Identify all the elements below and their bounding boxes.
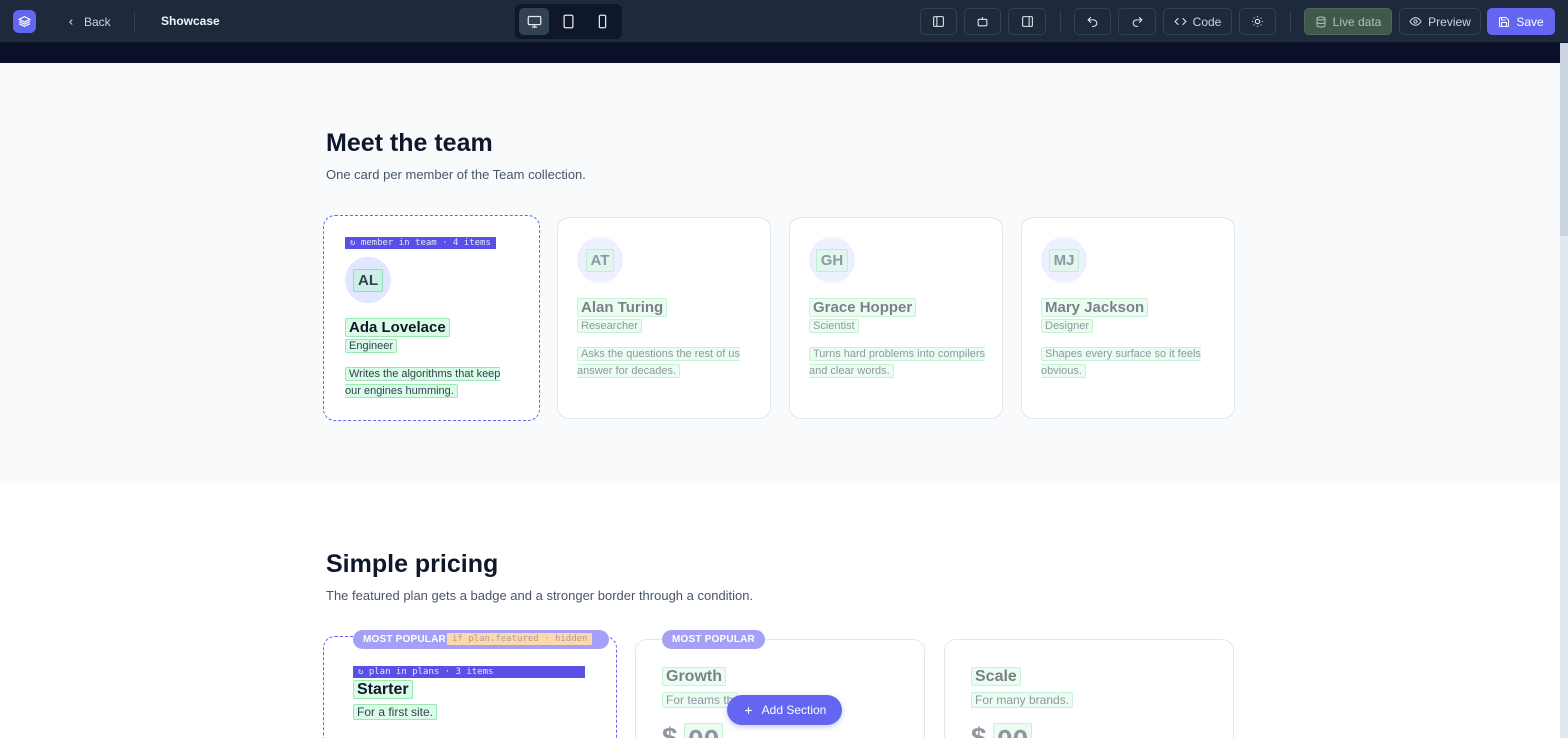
desktop-view-button[interactable] [519, 8, 549, 35]
panel-left-icon [933, 16, 944, 27]
member-bio[interactable]: Shapes every surface so it feels obvious… [1041, 347, 1201, 378]
toolbar-divider [1060, 11, 1061, 32]
left-panel-toggle-button[interactable] [920, 8, 957, 35]
plan-price: $ [971, 722, 987, 738]
save-icon [1499, 16, 1510, 27]
add-section-button[interactable]: Add Section [727, 695, 842, 725]
plus-icon [744, 706, 752, 714]
smartphone-icon [598, 14, 606, 29]
plan-price: $ [662, 722, 678, 738]
plan-name[interactable]: Growth [662, 667, 726, 686]
bot-icon [977, 17, 988, 27]
hero-section-bottom[interactable] [0, 43, 1560, 63]
page-title: Showcase [161, 14, 220, 28]
chevron-left-icon [69, 18, 73, 25]
member-name[interactable]: Alan Turing [577, 298, 668, 317]
add-section-label: Add Section [761, 703, 827, 717]
preview-button[interactable]: Preview [1399, 8, 1481, 35]
back-label: Back [84, 14, 111, 29]
plan-desc[interactable]: For many brands. [971, 692, 1074, 708]
sun-icon [1252, 16, 1263, 27]
member-name[interactable]: Mary Jackson [1041, 298, 1149, 317]
code-label: Code [1192, 14, 1222, 29]
live-data-label: Live data [1332, 14, 1382, 29]
avatar: AT [577, 237, 623, 283]
tablet-icon [563, 14, 573, 29]
database-icon [1316, 16, 1326, 28]
member-bio[interactable]: Writes the algorithms that keep our engi… [345, 367, 501, 398]
tablet-view-button[interactable] [553, 8, 583, 35]
monitor-icon [527, 15, 541, 28]
member-role[interactable]: Researcher [577, 319, 642, 333]
save-label: Save [1516, 14, 1544, 29]
plan-desc[interactable]: For a first site. [353, 704, 438, 720]
member-role[interactable]: Scientist [809, 319, 859, 333]
toolbar-divider [134, 11, 135, 32]
loop-tag: ↻ plan in plans · 3 items [353, 666, 585, 678]
toolbar-divider [1290, 11, 1291, 32]
plan-desc[interactable]: For teams th [662, 692, 738, 708]
pricing-heading[interactable]: Simple pricing [326, 550, 498, 579]
condition-tag: if plan.featured · hidden [447, 633, 593, 645]
redo-icon [1132, 16, 1143, 27]
canvas-scroll-thumb[interactable] [1560, 43, 1568, 236]
plan-name[interactable]: Scale [971, 667, 1021, 686]
avatar: GH [809, 237, 855, 283]
plan-price-value: 00 [684, 723, 724, 738]
pricing-subheading[interactable]: The featured plan gets a badge and a str… [326, 588, 753, 603]
mobile-view-button[interactable] [587, 8, 617, 35]
eye-icon [1409, 17, 1422, 26]
app-logo[interactable] [13, 10, 36, 33]
team-section[interactable] [0, 63, 1560, 484]
redo-button[interactable] [1118, 8, 1156, 35]
undo-icon [1087, 16, 1098, 27]
team-heading[interactable]: Meet the team [326, 129, 493, 158]
plan-card[interactable] [944, 639, 1234, 738]
ai-assistant-button[interactable] [964, 8, 1001, 35]
member-name[interactable]: Ada Lovelace [345, 318, 450, 337]
team-subheading[interactable]: One card per member of the Team collecti… [326, 167, 586, 182]
member-bio[interactable]: Turns hard problems into compilers and c… [809, 347, 985, 378]
live-data-button[interactable]: Live data [1304, 8, 1392, 35]
layers-icon [18, 15, 31, 28]
undo-button[interactable] [1074, 8, 1111, 35]
panel-right-icon [1021, 16, 1033, 27]
avatar: AL [345, 257, 391, 303]
most-popular-badge[interactable]: MOST POPULAR [662, 630, 765, 649]
editor-toolbar: Back Showcase Code Live data Preview Sav… [0, 0, 1568, 43]
theme-toggle-button[interactable] [1239, 8, 1276, 35]
member-role[interactable]: Engineer [345, 339, 398, 353]
preview-label: Preview [1428, 14, 1471, 29]
member-bio[interactable]: Asks the questions the rest of us answer… [577, 347, 740, 378]
member-role[interactable]: Designer [1041, 319, 1094, 333]
save-button[interactable]: Save [1487, 8, 1555, 35]
loop-tag: ↻ member in team · 4 items [345, 237, 496, 249]
back-button[interactable]: Back [58, 10, 119, 33]
device-switcher [515, 4, 622, 39]
code-icon [1173, 17, 1187, 26]
code-button[interactable]: Code [1163, 8, 1232, 35]
plan-price-value: 00 [993, 723, 1033, 738]
right-panel-toggle-button[interactable] [1008, 8, 1046, 35]
avatar: MJ [1041, 237, 1087, 283]
plan-name[interactable]: Starter [353, 680, 413, 699]
member-name[interactable]: Grace Hopper [809, 298, 917, 317]
